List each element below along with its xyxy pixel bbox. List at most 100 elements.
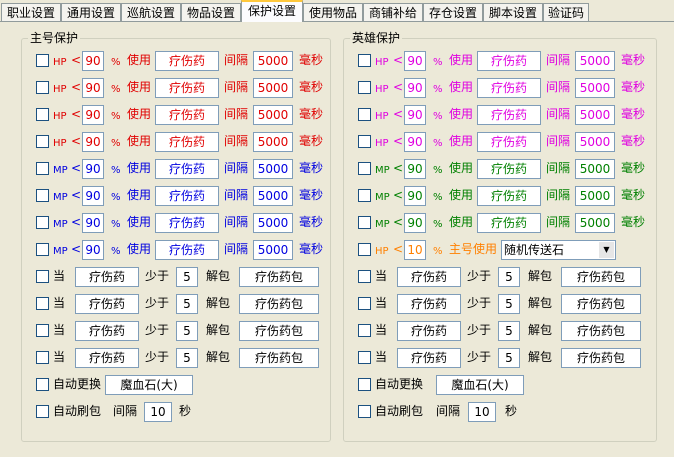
- item-input[interactable]: 疗伤药: [477, 105, 541, 125]
- interval-input[interactable]: 5000: [575, 159, 615, 179]
- item-input[interactable]: 疗伤药: [155, 78, 219, 98]
- count-input[interactable]: 5: [498, 348, 520, 368]
- item-input[interactable]: 疗伤药: [397, 348, 461, 368]
- item-input[interactable]: 疗伤药: [75, 321, 139, 341]
- mp-row-checkbox[interactable]: [358, 216, 371, 229]
- hp-row-checkbox[interactable]: [36, 81, 49, 94]
- tab-protection-settings[interactable]: 保护设置: [241, 0, 303, 22]
- pack-input[interactable]: 疗伤药包: [561, 267, 641, 287]
- unpack-row-checkbox[interactable]: [36, 297, 49, 310]
- item-input[interactable]: 疗伤药: [75, 348, 139, 368]
- mp-row-checkbox[interactable]: [358, 162, 371, 175]
- item-input[interactable]: 疗伤药: [75, 294, 139, 314]
- interval-input[interactable]: 5000: [253, 78, 293, 98]
- auto-replace-checkbox[interactable]: [36, 378, 49, 391]
- pack-input[interactable]: 疗伤药包: [239, 348, 319, 368]
- interval-input[interactable]: 5000: [253, 159, 293, 179]
- hp-row-checkbox[interactable]: [36, 54, 49, 67]
- threshold-input[interactable]: 90: [82, 105, 104, 125]
- pack-input[interactable]: 疗伤药包: [239, 321, 319, 341]
- hp-row-checkbox[interactable]: [358, 81, 371, 94]
- item-input[interactable]: 疗伤药: [477, 159, 541, 179]
- interval-input[interactable]: 5000: [253, 240, 293, 260]
- item-input[interactable]: 疗伤药: [477, 213, 541, 233]
- pack-input[interactable]: 疗伤药包: [239, 294, 319, 314]
- pack-input[interactable]: 疗伤药包: [561, 321, 641, 341]
- item-input[interactable]: 疗伤药: [477, 132, 541, 152]
- interval-input[interactable]: 5000: [575, 132, 615, 152]
- threshold-input[interactable]: 90: [404, 159, 426, 179]
- count-input[interactable]: 5: [176, 267, 198, 287]
- threshold-input[interactable]: 90: [82, 213, 104, 233]
- item-input[interactable]: 疗伤药: [155, 132, 219, 152]
- count-input[interactable]: 5: [498, 267, 520, 287]
- replace-item-input[interactable]: 魔血石(大): [436, 375, 524, 395]
- unpack-row-checkbox[interactable]: [358, 270, 371, 283]
- unpack-row-checkbox[interactable]: [358, 297, 371, 310]
- pack-input[interactable]: 疗伤药包: [239, 267, 319, 287]
- replace-item-input[interactable]: 魔血石(大): [105, 375, 193, 395]
- chevron-down-icon[interactable]: ▼: [599, 242, 614, 258]
- mp-row-checkbox[interactable]: [358, 189, 371, 202]
- interval-input[interactable]: 5000: [575, 78, 615, 98]
- item-input[interactable]: 疗伤药: [477, 186, 541, 206]
- threshold-input[interactable]: 90: [404, 105, 426, 125]
- teleport-item-select[interactable]: 随机传送石 ▼: [501, 240, 616, 260]
- interval-input[interactable]: 5000: [575, 213, 615, 233]
- threshold-input[interactable]: 90: [82, 132, 104, 152]
- item-input[interactable]: 疗伤药: [75, 267, 139, 287]
- tab-storage-settings[interactable]: 存仓设置: [423, 3, 483, 22]
- item-input[interactable]: 疗伤药: [397, 321, 461, 341]
- tab-job-settings[interactable]: 职业设置: [1, 3, 61, 22]
- count-input[interactable]: 5: [498, 321, 520, 341]
- interval-input[interactable]: 5000: [253, 213, 293, 233]
- auto-refresh-checkbox[interactable]: [358, 405, 371, 418]
- item-input[interactable]: 疗伤药: [477, 78, 541, 98]
- threshold-input[interactable]: 90: [82, 186, 104, 206]
- mp-row-checkbox[interactable]: [36, 189, 49, 202]
- count-input[interactable]: 5: [176, 321, 198, 341]
- unpack-row-checkbox[interactable]: [358, 351, 371, 364]
- tab-captcha[interactable]: 验证码: [543, 3, 589, 22]
- threshold-input[interactable]: 90: [82, 159, 104, 179]
- threshold-input[interactable]: 90: [404, 186, 426, 206]
- hp-row-checkbox[interactable]: [36, 108, 49, 121]
- mp-row-checkbox[interactable]: [36, 162, 49, 175]
- count-input[interactable]: 5: [176, 294, 198, 314]
- interval-input[interactable]: 5000: [575, 51, 615, 71]
- interval-input[interactable]: 5000: [253, 105, 293, 125]
- hp-row-checkbox[interactable]: [358, 108, 371, 121]
- interval-input[interactable]: 5000: [253, 51, 293, 71]
- pack-input[interactable]: 疗伤药包: [561, 348, 641, 368]
- count-input[interactable]: 5: [176, 348, 198, 368]
- hp-row-checkbox[interactable]: [358, 54, 371, 67]
- pack-input[interactable]: 疗伤药包: [561, 294, 641, 314]
- unpack-row-checkbox[interactable]: [358, 324, 371, 337]
- tab-shop-supply[interactable]: 商铺补给: [363, 3, 423, 22]
- auto-replace-checkbox[interactable]: [358, 378, 371, 391]
- tab-item-settings[interactable]: 物品设置: [181, 3, 241, 22]
- threshold-input[interactable]: 90: [404, 51, 426, 71]
- item-input[interactable]: 疗伤药: [155, 186, 219, 206]
- emergency-row-checkbox[interactable]: [358, 243, 371, 256]
- hp-row-checkbox[interactable]: [36, 135, 49, 148]
- tab-cruise-settings[interactable]: 巡航设置: [121, 3, 181, 22]
- interval-input[interactable]: 5000: [253, 132, 293, 152]
- refresh-interval-input[interactable]: 10: [468, 402, 496, 422]
- mp-row-checkbox[interactable]: [36, 216, 49, 229]
- unpack-row-checkbox[interactable]: [36, 324, 49, 337]
- mp-row-checkbox[interactable]: [36, 243, 49, 256]
- tab-script-settings[interactable]: 脚本设置: [483, 3, 543, 22]
- interval-input[interactable]: 5000: [253, 186, 293, 206]
- item-input[interactable]: 疗伤药: [477, 51, 541, 71]
- threshold-input[interactable]: 90: [404, 213, 426, 233]
- interval-input[interactable]: 5000: [575, 186, 615, 206]
- item-input[interactable]: 疗伤药: [155, 51, 219, 71]
- count-input[interactable]: 5: [498, 294, 520, 314]
- tab-general-settings[interactable]: 通用设置: [61, 3, 121, 22]
- auto-refresh-checkbox[interactable]: [36, 405, 49, 418]
- threshold-input[interactable]: 90: [404, 78, 426, 98]
- unpack-row-checkbox[interactable]: [36, 351, 49, 364]
- refresh-interval-input[interactable]: 10: [144, 402, 172, 422]
- item-input[interactable]: 疗伤药: [155, 240, 219, 260]
